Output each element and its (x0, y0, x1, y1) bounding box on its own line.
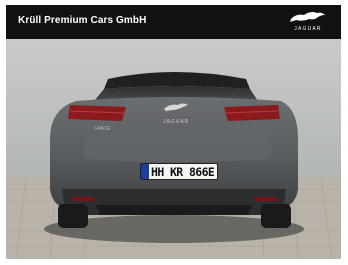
dealer-header-bar: Krüll Premium Cars GmbH JAGUAR (6, 5, 341, 39)
brand-logo-text: JAGUAR (294, 26, 322, 32)
listing-image-frame: Krüll Premium Cars GmbH JAGUAR I-PACE JA… (0, 0, 348, 265)
car-rear-photo: I-PACE JAGUAR HH KR 866E (6, 39, 341, 259)
model-badge: I-PACE (94, 126, 111, 132)
dealer-name: Krüll Premium Cars GmbH (18, 15, 147, 26)
license-plate-text: HH KR 866E (151, 165, 215, 179)
leaper-icon (290, 11, 325, 22)
rear-brand-badge: JAGUAR (163, 119, 190, 125)
jaguar-logo: JAGUAR (283, 9, 333, 35)
eu-band-icon (141, 164, 149, 179)
license-plate: HH KR 866E (140, 163, 218, 180)
